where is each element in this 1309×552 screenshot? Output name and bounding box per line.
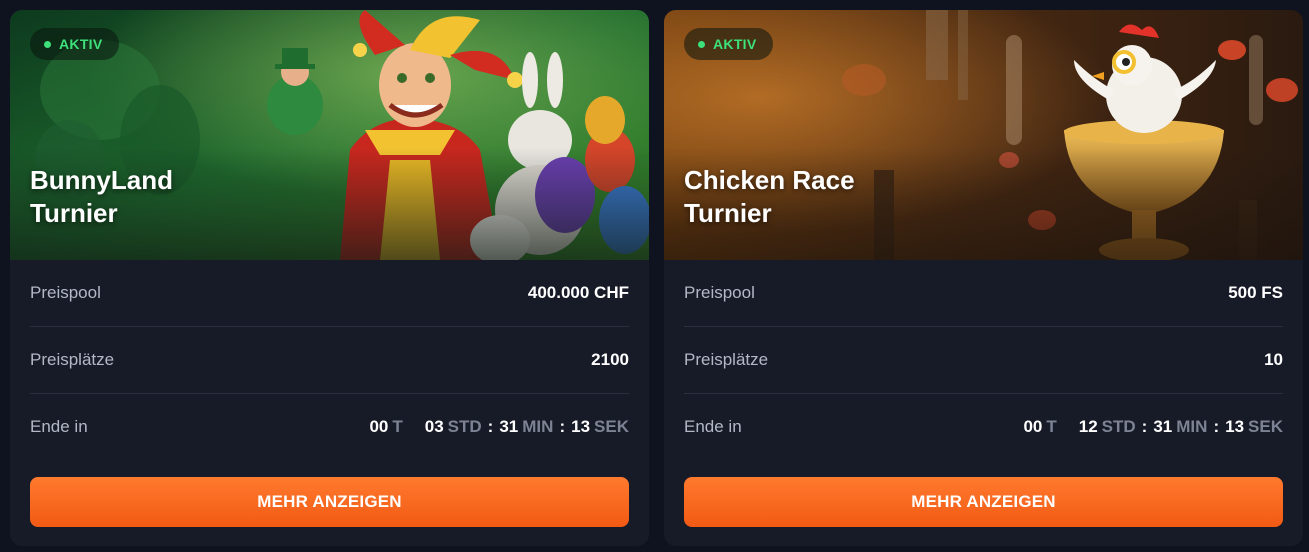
- tournament-title-line1: Chicken Race: [684, 165, 855, 195]
- tournament-banner[interactable]: AKTIV Chicken Race Turnier: [664, 10, 1303, 260]
- timer-separator: :: [1141, 417, 1148, 436]
- tournament-title-line1: BunnyLand: [30, 165, 173, 195]
- ends-in-label: Ende in: [684, 417, 742, 436]
- tournament-card-bunnyland[interactable]: AKTIV BunnyLand Turnier Preispool 400.00…: [10, 10, 649, 546]
- ends-in-row: Ende in 00 T 12 STD : 31 MIN : 13 SEK: [684, 394, 1283, 460]
- countdown-timer: 00 T 12 STD : 31 MIN : 13 SEK: [1023, 417, 1283, 437]
- tournament-title-line2: Turnier: [684, 198, 772, 228]
- timer-days-unit: T: [392, 417, 403, 436]
- timer-days-unit: T: [1046, 417, 1057, 436]
- prize-pool-label: Preispool: [30, 283, 101, 302]
- timer-separator: :: [487, 417, 494, 436]
- tournament-title: BunnyLand Turnier: [30, 164, 173, 230]
- status-label: AKTIV: [59, 36, 103, 52]
- prize-pool-value: 400.000 CHF: [527, 283, 629, 302]
- timer-hours-unit: STD: [447, 417, 482, 436]
- prize-places-value: 10: [1264, 350, 1283, 369]
- tournament-card-chicken-race[interactable]: AKTIV Chicken Race Turnier Preispool 500…: [664, 10, 1303, 546]
- prize-pool-row: Preispool 400.000 CHF: [30, 260, 629, 327]
- prize-pool-row: Preispool 500 FS: [684, 260, 1283, 327]
- tournament-title: Chicken Race Turnier: [684, 164, 855, 230]
- timer-days: 00: [1023, 417, 1043, 436]
- timer-minutes-unit: MIN: [1176, 417, 1208, 436]
- timer-minutes-unit: MIN: [522, 417, 554, 436]
- timer-hours: 12: [1078, 417, 1098, 436]
- tournament-title-line2: Turnier: [30, 198, 118, 228]
- timer-hours: 03: [424, 417, 444, 436]
- show-more-button[interactable]: MEHR ANZEIGEN: [30, 477, 629, 527]
- timer-minutes: 31: [1153, 417, 1173, 436]
- status-badge: AKTIV: [30, 28, 119, 60]
- status-badge: AKTIV: [684, 28, 773, 60]
- timer-seconds-unit: SEK: [594, 417, 629, 436]
- status-dot-icon: [698, 40, 705, 48]
- tournament-cards: AKTIV BunnyLand Turnier Preispool 400.00…: [0, 0, 1309, 552]
- prize-places-row: Preisplätze 10: [684, 327, 1283, 394]
- prize-pool-label: Preispool: [684, 283, 755, 302]
- timer-days: 00: [369, 417, 389, 436]
- status-dot-icon: [44, 40, 51, 48]
- timer-minutes: 31: [499, 417, 519, 436]
- timer-seconds-unit: SEK: [1248, 417, 1283, 436]
- timer-seconds: 13: [571, 417, 591, 436]
- tournament-banner[interactable]: AKTIV BunnyLand Turnier: [10, 10, 649, 260]
- tournament-info: Preispool 400.000 CHF Preisplätze 2100 E…: [10, 260, 649, 460]
- timer-hours-unit: STD: [1101, 417, 1136, 436]
- status-label: AKTIV: [713, 36, 757, 52]
- prize-pool-value: 500 FS: [1228, 283, 1283, 302]
- prize-places-value: 2100: [591, 350, 629, 369]
- timer-seconds: 13: [1225, 417, 1245, 436]
- prize-places-label: Preisplätze: [684, 350, 769, 369]
- prize-places-row: Preisplätze 2100: [30, 327, 629, 394]
- countdown-timer: 00 T 03 STD : 31 MIN : 13 SEK: [369, 417, 629, 437]
- prize-places-label: Preisplätze: [30, 350, 115, 369]
- timer-separator: :: [559, 417, 566, 436]
- timer-separator: :: [1213, 417, 1220, 436]
- tournament-info: Preispool 500 FS Preisplätze 10 Ende in …: [664, 260, 1303, 460]
- show-more-button[interactable]: MEHR ANZEIGEN: [684, 477, 1283, 527]
- ends-in-row: Ende in 00 T 03 STD : 31 MIN : 13 SEK: [30, 394, 629, 460]
- ends-in-label: Ende in: [30, 417, 88, 436]
